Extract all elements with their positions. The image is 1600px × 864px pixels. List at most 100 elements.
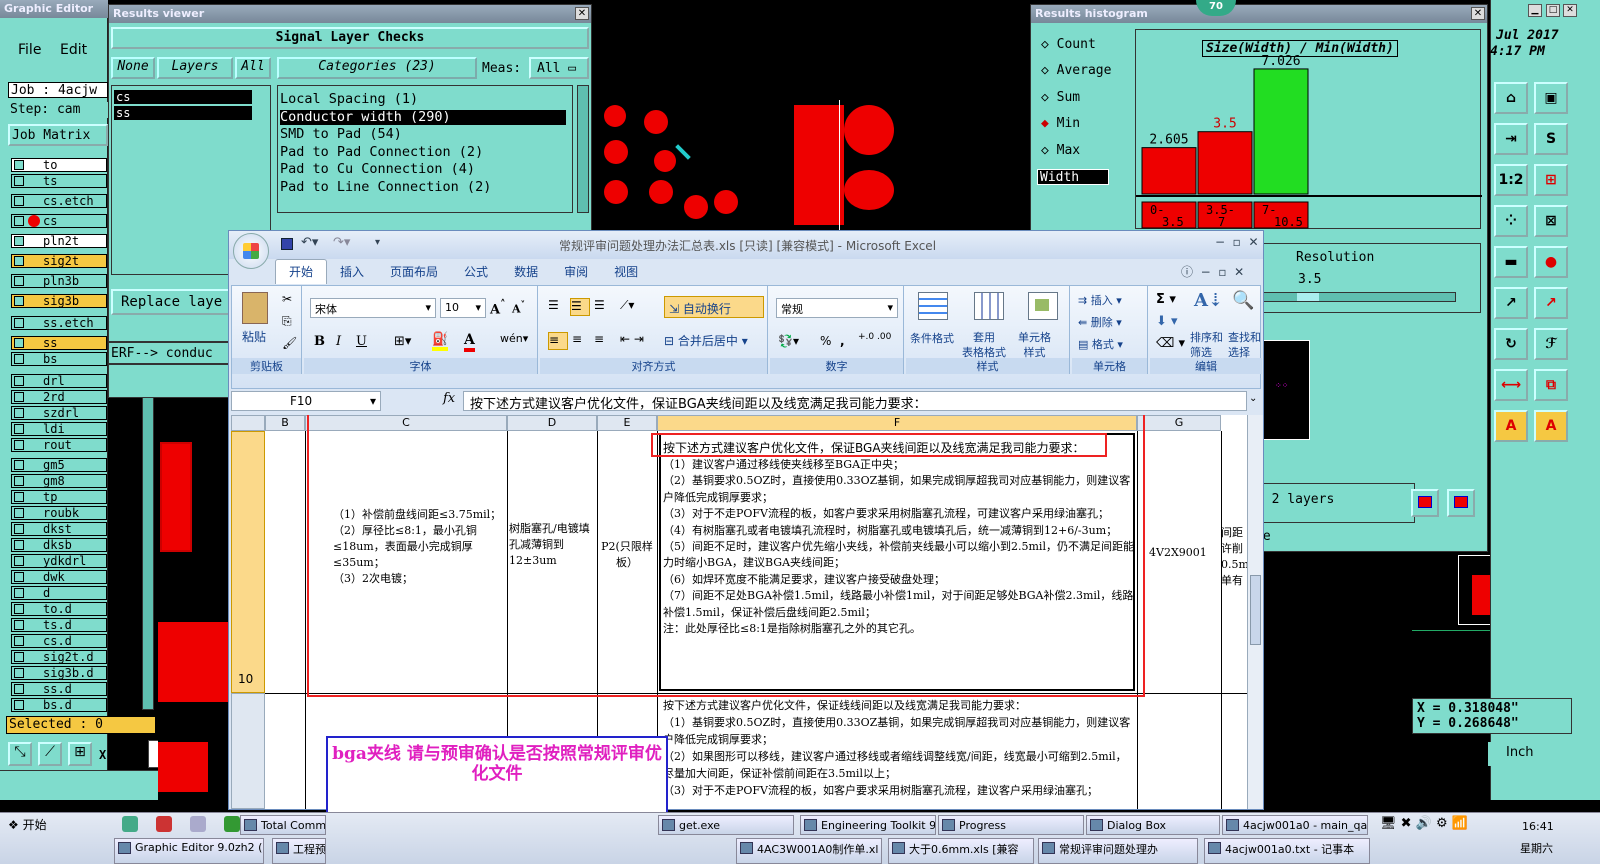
layer-checkbox[interactable] — [14, 492, 24, 502]
undo-icon[interactable]: ↶▾ — [301, 235, 318, 250]
layer-row-gm8[interactable]: gm8 — [11, 474, 107, 488]
layer-row-sig3b[interactable]: sig3b — [11, 294, 107, 308]
corner-select[interactable] — [231, 415, 265, 431]
layer-row-ss[interactable]: ss — [11, 336, 107, 350]
layer-row-szdrl[interactable]: szdrl — [11, 406, 107, 420]
taskbar-item[interactable]: 4acjw001a0 - main_qa — [1222, 815, 1368, 835]
fx-icon[interactable]: fx — [443, 391, 455, 406]
replace-layer-button[interactable]: Replace laye — [111, 289, 231, 315]
layers-button[interactable]: Layers — [157, 57, 233, 79]
layer-row-to-d[interactable]: to.d — [11, 602, 107, 616]
grid-dot-icon[interactable]: ⇥ — [1494, 123, 1528, 155]
unit-button[interactable]: Inch — [1488, 742, 1572, 766]
none-button[interactable]: None — [111, 57, 155, 79]
minimize-icon[interactable]: ▁ — [1528, 4, 1542, 17]
layer-checkbox[interactable] — [14, 588, 24, 598]
layer-row-rout[interactable]: rout — [11, 438, 107, 452]
layer-checkbox[interactable] — [14, 440, 24, 450]
layer-checkbox[interactable] — [14, 376, 24, 386]
phonetic-icon[interactable]: wén▾ — [500, 332, 528, 345]
layer-row-ydkdrl[interactable]: ydkdrl — [11, 554, 107, 568]
hist-icon-b[interactable] — [1447, 489, 1475, 517]
cell-style-button[interactable]: 单元格 样式 — [1018, 330, 1051, 360]
category-item[interactable]: Conductor width (290) — [280, 109, 566, 125]
layer-checkbox[interactable] — [14, 216, 24, 226]
layer-row-sig2t[interactable]: sig2t — [11, 254, 107, 268]
layer-row-drl[interactable]: drl — [11, 374, 107, 388]
ribbon-help[interactable]: ⓘ − ▫ ✕ — [1181, 263, 1244, 280]
align-top-icon[interactable]: ☰ — [548, 298, 566, 316]
save-icon[interactable] — [281, 238, 293, 250]
layer-row-ldi[interactable]: ldi — [11, 422, 107, 436]
histogram-option-average[interactable]: ◇ Average — [1041, 63, 1111, 78]
layer-row-gm5[interactable]: gm5 — [11, 458, 107, 472]
indent-icon[interactable]: ⇤ ⇥ — [620, 332, 644, 346]
quicklaunch-calc-icon[interactable] — [190, 816, 206, 832]
conditional-format-icon[interactable] — [918, 292, 948, 320]
redo-icon[interactable]: ↷▾ — [333, 235, 350, 250]
layer-checkbox[interactable] — [14, 572, 24, 582]
layer-row-ts[interactable]: ts — [11, 174, 107, 188]
ribbon-tab-5[interactable]: 审阅 — [551, 260, 601, 284]
taskbar-item[interactable]: get.exe — [658, 815, 794, 835]
layer-row-tp[interactable]: tp — [11, 490, 107, 504]
delete-button[interactable]: ⇚ 删除 ▾ — [1078, 314, 1122, 330]
align-center-icon[interactable]: ≡ — [572, 332, 582, 346]
layer-checkbox[interactable] — [14, 196, 24, 206]
layer-row-d[interactable]: d — [11, 586, 107, 600]
edit-menu[interactable]: Edit — [60, 42, 87, 58]
layer-row-bs[interactable]: bs — [11, 352, 107, 366]
underline-icon[interactable]: U — [356, 334, 367, 349]
name-box[interactable]: F10 ▾ — [231, 391, 381, 411]
layer-checkbox[interactable] — [14, 392, 24, 402]
layer-checkbox[interactable] — [14, 296, 24, 306]
number-format-select[interactable]: 常规 ▾ — [776, 298, 898, 318]
layer-checkbox[interactable] — [14, 508, 24, 518]
layer-row-dkst[interactable]: dkst — [11, 522, 107, 536]
sort-filter-button[interactable]: 排序和 筛选 — [1190, 330, 1223, 360]
layer-row-ss-d[interactable]: ss.d — [11, 682, 107, 696]
zoom-window-icon[interactable]: ▣ — [1534, 82, 1568, 114]
grid-icon[interactable]: ⊞ — [68, 742, 92, 766]
sum-icon[interactable]: Σ ▾ — [1156, 292, 1176, 307]
all-button[interactable]: All — [235, 57, 271, 79]
comma-icon[interactable]: , — [840, 334, 845, 348]
orientation-icon[interactable]: ⟋▾ — [620, 298, 634, 313]
align-left-icon[interactable]: ≡ — [548, 332, 568, 350]
find-select-button[interactable]: 查找和 选择 — [1228, 330, 1261, 360]
histogram-option-sum[interactable]: ◇ Sum — [1041, 90, 1080, 105]
layer-row-dksb[interactable]: dksb — [11, 538, 107, 552]
close-icon[interactable]: ✕ — [1563, 4, 1577, 17]
job-matrix-button[interactable]: Job Matrix — [8, 124, 108, 146]
category-item[interactable]: Pad to Cu Connection (4) — [280, 162, 566, 177]
font-color-icon[interactable]: A — [464, 332, 475, 352]
histogram-option-count[interactable]: ◇ Count — [1041, 37, 1096, 52]
decimal-icon[interactable]: +.0 .00 — [858, 332, 891, 342]
red-dot-icon[interactable]: ⁘ — [1494, 205, 1528, 237]
layer-checkbox[interactable] — [14, 684, 24, 694]
ribbon-tab-3[interactable]: 公式 — [451, 260, 501, 284]
taskbar-item[interactable]: Dialog Box — [1086, 815, 1220, 835]
ribbon-tab-0[interactable]: 开始 — [275, 259, 328, 284]
layer-checkbox[interactable] — [14, 652, 24, 662]
fill-color-icon[interactable]: ⛽ — [432, 332, 449, 351]
insert-button[interactable]: ⇉ 插入 ▾ — [1078, 292, 1122, 308]
cell-style-icon[interactable] — [1028, 292, 1058, 320]
layer-row-pln3b[interactable]: pln3b — [11, 274, 107, 288]
layer-row-sig3b-d[interactable]: sig3b.d — [11, 666, 107, 680]
table-format-icon[interactable] — [974, 292, 1004, 320]
layer-checkbox[interactable] — [14, 318, 24, 328]
result-layer-ss[interactable]: ss — [114, 106, 252, 120]
layer-checkbox[interactable] — [14, 176, 24, 186]
ribbon-tab-1[interactable]: 插入 — [327, 260, 377, 284]
maximize-icon[interactable]: □ — [1546, 4, 1560, 17]
start-button[interactable]: ❖ 开始 — [4, 814, 56, 834]
find-select-icon[interactable]: 🔍 — [1232, 290, 1254, 311]
conditional-format-button[interactable]: 条件格式 — [910, 330, 954, 346]
taskbar-item[interactable]: Engineering Toolkit 9... — [800, 815, 936, 835]
vertical-scrollbar[interactable] — [1247, 415, 1263, 809]
text-a2-icon[interactable]: ⧉ — [1534, 369, 1568, 401]
font-size-select[interactable]: 10 ▾ — [440, 298, 486, 318]
wrap-text-button[interactable]: ⇲ 自动换行 — [664, 296, 764, 318]
copy-icon[interactable]: ⎘ — [282, 314, 292, 329]
